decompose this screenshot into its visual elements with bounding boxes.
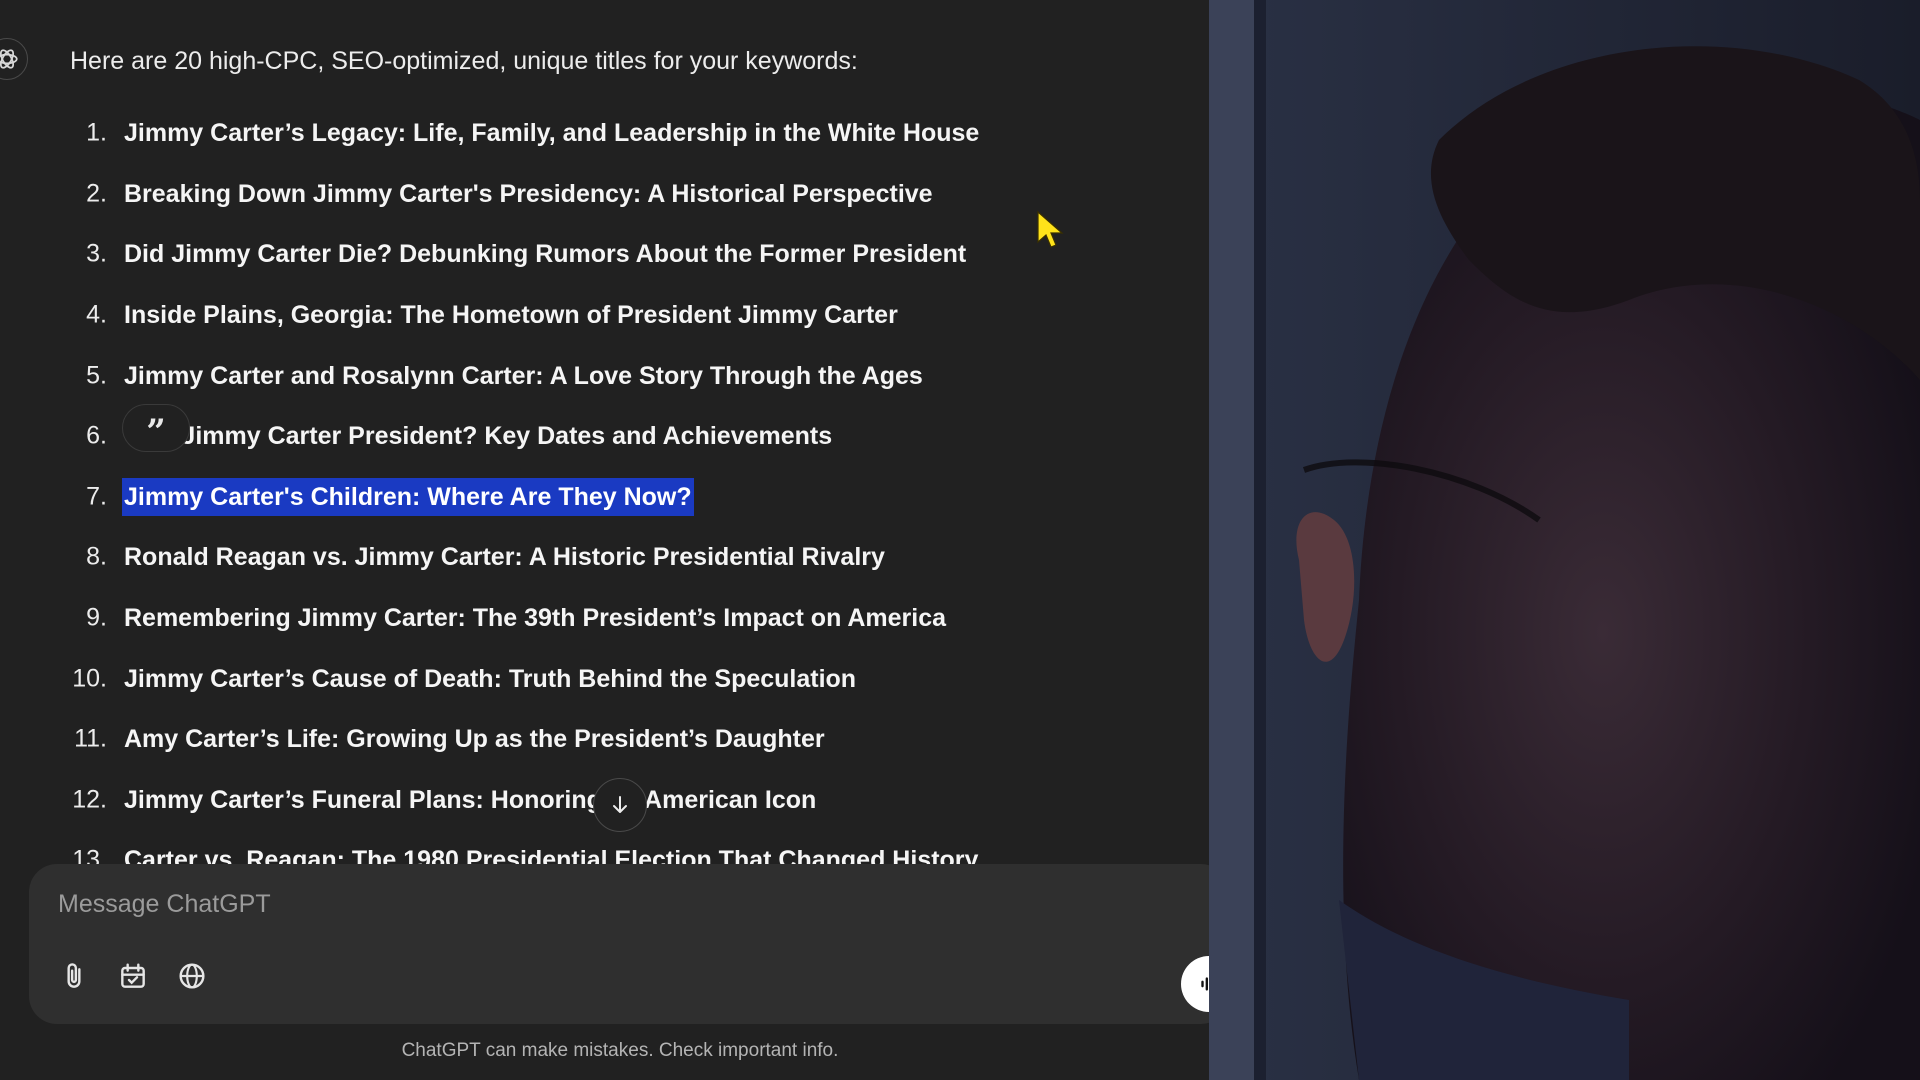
assistant-avatar: [0, 38, 28, 80]
mouse-cursor-icon: [1037, 210, 1064, 248]
list-item-number: 1.: [86, 118, 107, 147]
list-item-number: 10.: [72, 664, 107, 693]
tools-button[interactable]: [113, 956, 153, 996]
list-item-number: 9.: [86, 603, 107, 632]
webcam-person-image: [1209, 0, 1920, 1080]
message-composer: [29, 864, 1210, 1024]
screen: Here are 20 high-CPC, SEO-optimized, uni…: [0, 0, 1920, 1080]
list-item-text: Was Jimmy Carter President? Key Dates an…: [124, 422, 833, 451]
scroll-to-bottom-button[interactable]: [593, 778, 647, 832]
list-item-number: 2.: [86, 179, 107, 208]
webcam-overlay: [1209, 0, 1920, 1080]
list-item-text: Jimmy Carter’s Legacy: Life, Family, and…: [124, 119, 980, 148]
quote-reply-button[interactable]: ”: [122, 404, 190, 452]
list-item-text: Inside Plains, Georgia: The Hometown of …: [124, 301, 898, 330]
list-item-number: 8.: [86, 542, 107, 571]
voice-wave-icon: [1201, 977, 1210, 991]
list-item-number: 3.: [86, 239, 107, 268]
assistant-intro-text: Here are 20 high-CPC, SEO-optimized, uni…: [70, 47, 858, 75]
list-item-text: Did Jimmy Carter Die? Debunking Rumors A…: [124, 240, 967, 269]
list-item-text: Jimmy Carter’s Funeral Plans: Honoring a…: [124, 785, 817, 814]
list-item-text: Ronald Reagan vs. Jimmy Carter: A Histor…: [124, 543, 885, 572]
chat-panel: Here are 20 high-CPC, SEO-optimized, uni…: [0, 0, 1210, 1080]
globe-icon: [179, 963, 205, 989]
list-item-number: 11.: [74, 724, 107, 753]
message-input[interactable]: [58, 890, 1058, 919]
list-item-text: Jimmy Carter’s Cause of Death: Truth Beh…: [124, 664, 857, 693]
list-item-number: 7.: [86, 482, 107, 511]
list-item-number: 12.: [72, 785, 107, 814]
selected-text[interactable]: Jimmy Carter's Children: Where Are They …: [122, 477, 694, 516]
paperclip-icon: [67, 963, 81, 988]
attach-button[interactable]: [54, 956, 94, 996]
list-item-number: 6.: [86, 421, 107, 450]
list-item-text: Remembering Jimmy Carter: The 39th Presi…: [124, 604, 947, 633]
search-web-button[interactable]: [172, 956, 212, 996]
list-item-text: Amy Carter’s Life: Growing Up as the Pre…: [124, 725, 825, 754]
arrow-down-icon: [613, 796, 627, 813]
list-item-text: Jimmy Carter and Rosalynn Carter: A Love…: [124, 361, 923, 390]
list-item-text: Breaking Down Jimmy Carter's Presidency:…: [124, 179, 933, 208]
calendar-icon: [121, 963, 145, 988]
list-item-number: 4.: [86, 300, 107, 329]
voice-mode-button[interactable]: [1181, 956, 1210, 1012]
openai-logo-icon: [0, 49, 18, 69]
quote-icon: ”: [146, 412, 166, 452]
disclaimer-text: ChatGPT can make mistakes. Check importa…: [401, 1040, 839, 1061]
list-item-number: 5.: [86, 361, 107, 390]
